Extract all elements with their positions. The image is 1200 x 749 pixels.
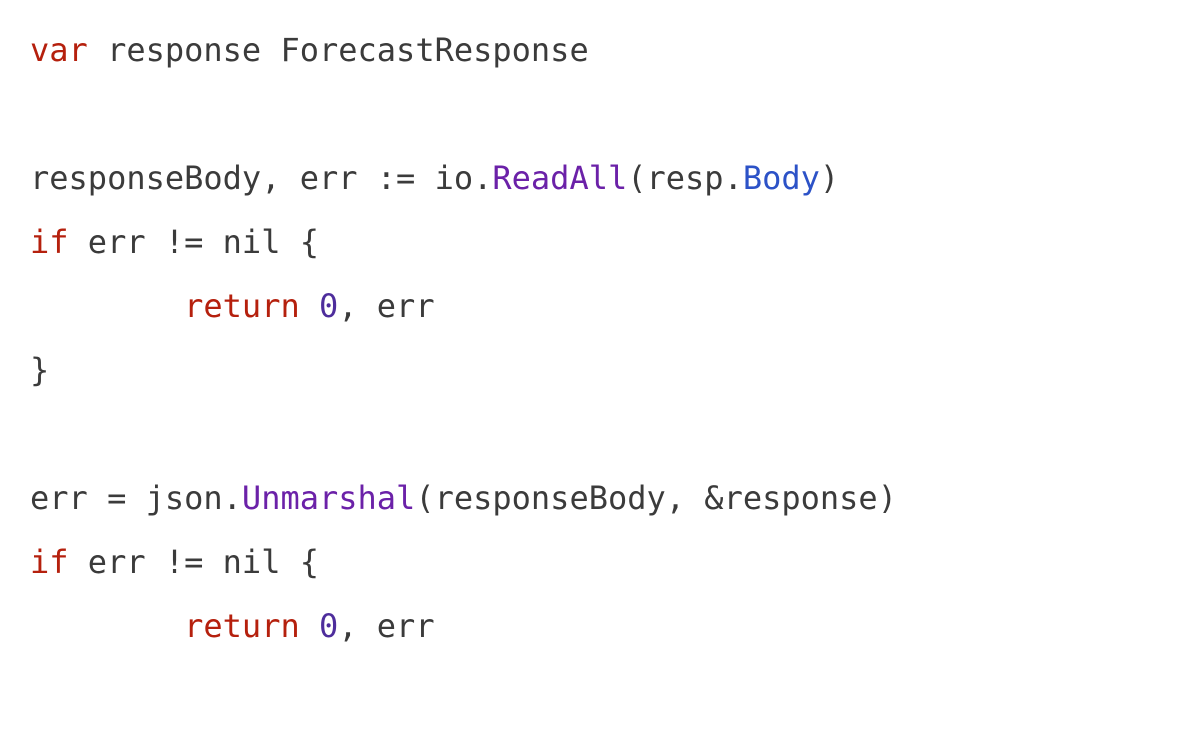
keyword-if: if [30,543,69,581]
call-tail: ) [820,159,839,197]
code-line: return 0, err [30,287,435,325]
func-readall: ReadAll [492,159,627,197]
code-line: } [30,351,49,389]
code-line: responseBody, err := io.ReadAll(resp.Bod… [30,159,839,197]
keyword-var: var [30,31,88,69]
member-body: Body [743,159,820,197]
code-line: if err != nil { [30,543,319,581]
lhs-assign: err = json. [30,479,242,517]
return-tail: , err [338,287,434,325]
keyword-return: return [184,287,300,325]
declaration-text: response ForecastResponse [88,31,589,69]
keyword-return: return [184,607,300,645]
code-block: var response ForecastResponse responseBo… [0,0,1200,658]
call-tail: (responseBody, &response) [415,479,897,517]
func-unmarshal: Unmarshal [242,479,415,517]
literal-zero: 0 [319,607,338,645]
space [300,607,319,645]
space [300,287,319,325]
code-line: if err != nil { [30,223,319,261]
lhs-assign: responseBody, err := io. [30,159,492,197]
return-tail: , err [338,607,434,645]
indent [30,607,184,645]
indent [30,287,184,325]
if-cond: err != nil { [69,543,319,581]
code-line: err = json.Unmarshal(responseBody, &resp… [30,479,897,517]
code-line: var response ForecastResponse [30,31,589,69]
call-mid: (resp. [627,159,743,197]
literal-zero: 0 [319,287,338,325]
if-cond: err != nil { [69,223,319,261]
keyword-if: if [30,223,69,261]
closing-brace: } [30,351,49,389]
code-line: return 0, err [30,607,435,645]
